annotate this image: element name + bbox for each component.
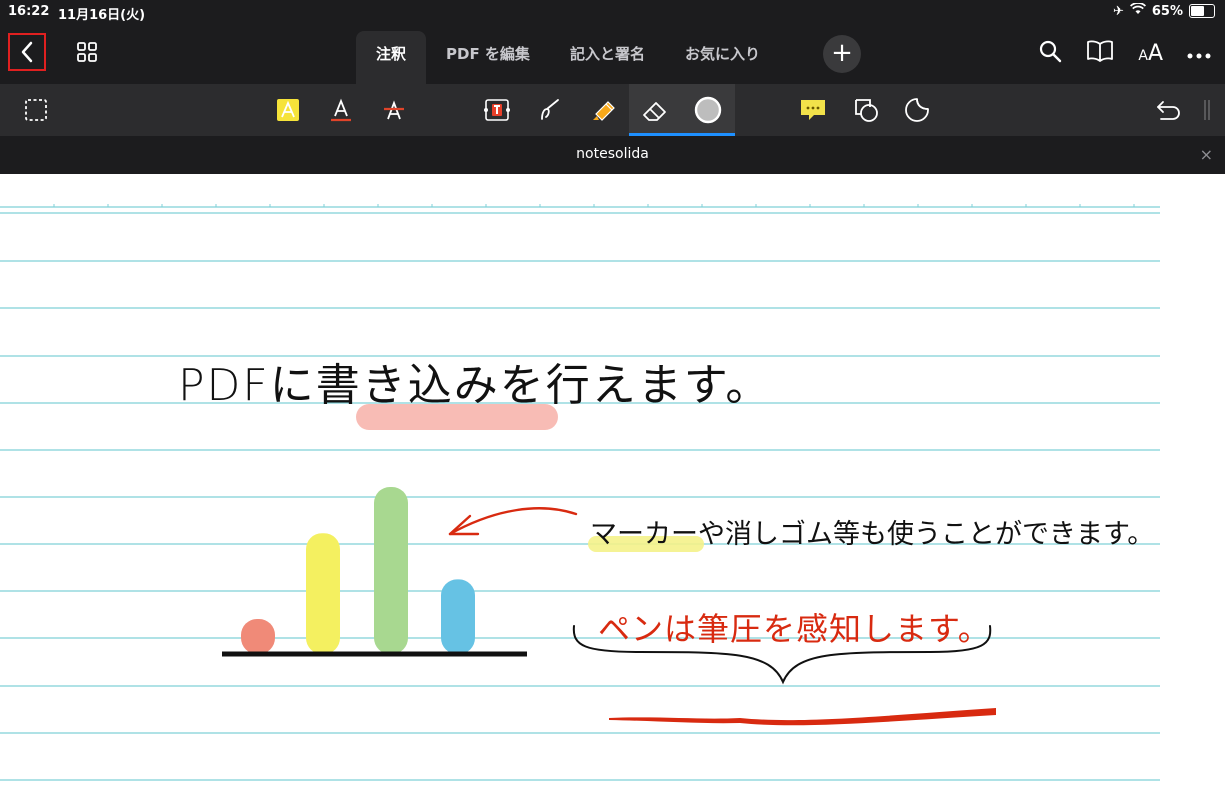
undo-button[interactable]	[1153, 94, 1185, 126]
annotation-toolbar	[0, 84, 1225, 136]
battery-percent: 65%	[1151, 3, 1183, 19]
grid-icon	[77, 42, 97, 62]
marker-tool[interactable]	[587, 94, 619, 126]
text-size-small: A	[1138, 47, 1148, 64]
pen-icon	[541, 99, 559, 120]
comment-icon	[801, 100, 825, 120]
close-document-button[interactable]: ×	[1200, 145, 1213, 164]
text-size-large: A	[1147, 40, 1163, 66]
handwriting-line-2: マーカーや消しゴム等も使うことができます。	[590, 519, 1155, 550]
tab-fill-sign[interactable]: 記入と署名	[550, 31, 665, 84]
wifi-icon	[1129, 2, 1146, 19]
sticker-tool[interactable]	[901, 94, 933, 126]
search-button[interactable]	[1038, 39, 1062, 67]
tab-edit-pdf[interactable]: PDF を編集	[426, 31, 550, 84]
highlight-icon	[277, 99, 299, 121]
document-filename: notesolida	[576, 146, 649, 162]
handwriting-line-1: PDFに書き込みを行えます。	[178, 360, 772, 411]
drawn-bar	[306, 533, 340, 654]
drawn-bar	[441, 579, 475, 654]
tab-annotate[interactable]: 注釈	[356, 31, 427, 84]
status-date: 11月16日(火)	[58, 8, 146, 23]
pen-tool[interactable]	[535, 94, 567, 126]
toolbar-drag-handle[interactable]	[1195, 94, 1219, 126]
strikethrough-icon	[384, 100, 404, 120]
color-tool[interactable]	[692, 94, 724, 126]
select-tool[interactable]	[20, 94, 52, 126]
status-bar: 16:22 11月16日(火) ✈ 65%	[0, 0, 1225, 25]
underline-icon	[331, 98, 351, 122]
shape-tool[interactable]	[850, 94, 882, 126]
marker-icon	[593, 101, 615, 121]
search-icon	[1040, 40, 1062, 63]
mode-tabs: 注釈 PDF を編集 記入と署名 お気に入り	[356, 31, 780, 84]
drag-handle-icon	[1204, 100, 1210, 120]
ellipsis-icon	[1187, 53, 1211, 58]
chevron-left-icon	[21, 41, 33, 63]
book-icon	[1087, 40, 1114, 62]
eraser-tool[interactable]	[639, 94, 671, 126]
thumbnail-grid-button[interactable]	[76, 41, 98, 67]
nav-right-group: AA	[1038, 39, 1211, 67]
sticker-icon	[905, 98, 929, 122]
select-icon	[25, 99, 47, 121]
ruled-lines	[0, 204, 1160, 781]
highlight-text-tool[interactable]	[272, 94, 304, 126]
pressure-pen-stroke	[609, 708, 996, 726]
drawn-bar	[241, 619, 275, 654]
airplane-icon: ✈	[1112, 3, 1124, 19]
add-tab-button[interactable]: +	[823, 35, 861, 73]
drawn-bar	[374, 487, 408, 654]
textbox-icon	[484, 99, 510, 121]
strikethrough-tool[interactable]	[378, 94, 410, 126]
tab-favorites[interactable]: お気に入り	[665, 31, 780, 84]
textbox-tool[interactable]	[481, 94, 513, 126]
more-button[interactable]	[1187, 44, 1211, 63]
pdf-page[interactable]: PDFに書き込みを行えます。 マーカーや消しゴム等も使うことができます。 ペンは…	[0, 174, 1225, 800]
comment-tool[interactable]	[797, 94, 829, 126]
battery-fill	[1191, 6, 1204, 16]
top-nav: 注釈 PDF を編集 記入と署名 お気に入り + AA	[0, 25, 1225, 84]
red-arrow	[448, 507, 578, 536]
underline-tool[interactable]	[325, 94, 357, 126]
back-button[interactable]	[8, 33, 46, 71]
status-time: 16:22	[8, 4, 50, 19]
eraser-icon	[643, 102, 666, 121]
color-icon	[694, 96, 722, 124]
reader-mode-button[interactable]	[1086, 40, 1114, 66]
undo-icon	[1157, 101, 1180, 120]
text-size-button[interactable]: AA	[1138, 41, 1163, 66]
document-title-bar: notesolida ×	[0, 136, 1225, 174]
shape-icon	[855, 99, 878, 122]
drawn-bar-chart	[241, 487, 475, 654]
status-right: ✈ 65%	[1112, 2, 1215, 19]
battery-icon	[1189, 4, 1215, 18]
handwriting-line-3: ペンは筆圧を感知します。	[598, 610, 991, 648]
